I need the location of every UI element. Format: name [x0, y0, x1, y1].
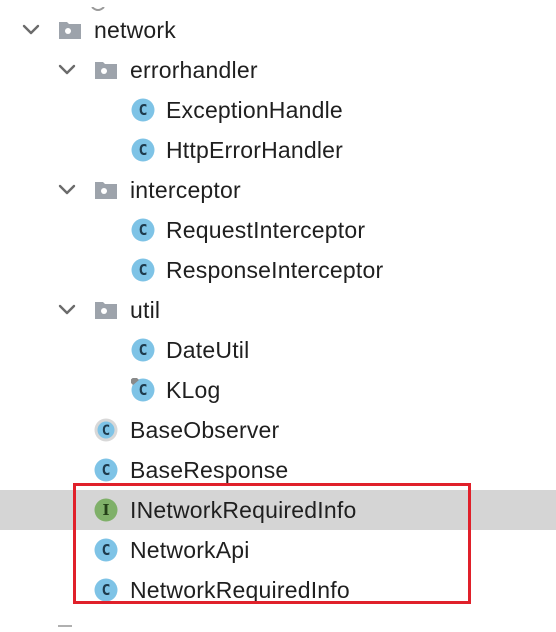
- class-pinned-icon: C: [131, 378, 155, 402]
- abstract-class-icon: C: [94, 418, 118, 442]
- tree-row-klog[interactable]: C KLog: [0, 370, 556, 410]
- class-icon: C: [94, 458, 118, 482]
- cut-off-row-top: [88, 0, 108, 11]
- svg-text:C: C: [138, 381, 147, 399]
- tree-row-label: BaseResponse: [130, 457, 289, 483]
- svg-text:C: C: [138, 221, 147, 239]
- class-icon: C: [131, 218, 155, 242]
- tree-row-exceptionhandle[interactable]: C ExceptionHandle: [0, 90, 556, 130]
- svg-text:C: C: [101, 541, 110, 559]
- tree-row-inetworkrequiredinfo[interactable]: I INetworkRequiredInfo: [0, 490, 556, 530]
- tree-row-responseinterceptor[interactable]: C ResponseInterceptor: [0, 250, 556, 290]
- class-icon: C: [94, 578, 118, 602]
- tree-row-networkapi[interactable]: C NetworkApi: [0, 530, 556, 570]
- tree-row-networkrequiredinfo[interactable]: C NetworkRequiredInfo: [0, 570, 556, 610]
- package-folder-icon: [58, 18, 82, 42]
- tree-row-network[interactable]: network: [0, 10, 556, 50]
- svg-text:C: C: [101, 581, 110, 599]
- tree-row-label: errorhandler: [130, 57, 258, 83]
- svg-text:C: C: [138, 141, 147, 159]
- tree-row-interceptor[interactable]: interceptor: [0, 170, 556, 210]
- tree-row-label: ResponseInterceptor: [166, 257, 384, 283]
- interface-icon: I: [94, 498, 118, 522]
- package-folder-icon: [94, 58, 118, 82]
- class-icon: C: [131, 338, 155, 362]
- tree-row-label: util: [130, 297, 161, 323]
- tree-row-label: network: [94, 17, 176, 43]
- svg-text:C: C: [101, 461, 110, 479]
- chevron-down-icon[interactable]: [56, 179, 78, 201]
- tree-row-label: BaseObserver: [130, 417, 280, 443]
- svg-text:C: C: [138, 101, 147, 119]
- tree-row-label: HttpErrorHandler: [166, 137, 344, 163]
- tree-row-label: interceptor: [130, 177, 241, 203]
- tree-row-label: NetworkRequiredInfo: [130, 577, 350, 603]
- tree-row-baseresponse[interactable]: C BaseResponse: [0, 450, 556, 490]
- chevron-down-icon[interactable]: [56, 59, 78, 81]
- tree-row-label: RequestInterceptor: [166, 217, 366, 243]
- class-icon: C: [131, 98, 155, 122]
- svg-text:C: C: [138, 261, 147, 279]
- chevron-down-icon[interactable]: [56, 299, 78, 321]
- tree-row-httperrorhandler[interactable]: C HttpErrorHandler: [0, 130, 556, 170]
- tree-row-label: DateUtil: [166, 337, 250, 363]
- tree-row-baseobserver[interactable]: C BaseObserver: [0, 410, 556, 450]
- svg-text:C: C: [102, 423, 110, 439]
- class-icon: C: [94, 538, 118, 562]
- package-folder-icon: [94, 178, 118, 202]
- cut-off-row-bottom: [56, 614, 76, 627]
- tree-row-label: ExceptionHandle: [166, 97, 343, 123]
- tree-row-util[interactable]: util: [0, 290, 556, 330]
- package-folder-icon: [94, 298, 118, 322]
- class-icon: C: [131, 138, 155, 162]
- class-icon: C: [131, 258, 155, 282]
- svg-text:I: I: [102, 501, 109, 519]
- tree-row-errorhandler[interactable]: errorhandler: [0, 50, 556, 90]
- chevron-down-icon[interactable]: [20, 19, 42, 41]
- tree-row-label: INetworkRequiredInfo: [130, 497, 357, 523]
- project-tree: network errorhandler C ExceptionHandle C…: [0, 0, 556, 627]
- tree-row-dateutil[interactable]: C DateUtil: [0, 330, 556, 370]
- svg-text:C: C: [138, 341, 147, 359]
- tree-row-label: KLog: [166, 377, 221, 403]
- tree-row-requestinterceptor[interactable]: C RequestInterceptor: [0, 210, 556, 250]
- tree-row-label: NetworkApi: [130, 537, 250, 563]
